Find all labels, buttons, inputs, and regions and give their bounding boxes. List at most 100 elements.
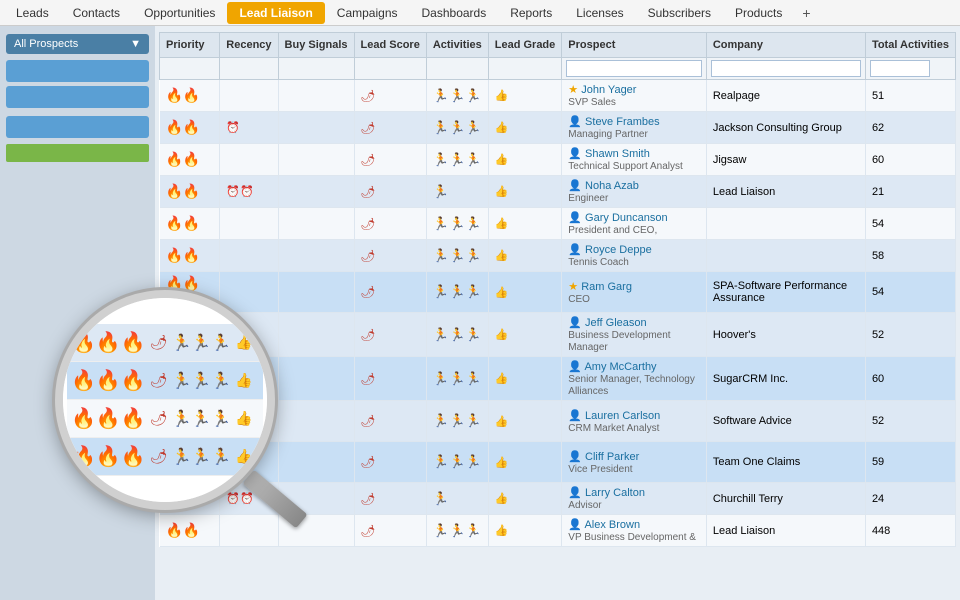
- user-icon: 👤: [568, 361, 582, 373]
- cell-lead-score: 🌶: [354, 401, 426, 442]
- cell-buy-signals: [278, 80, 354, 112]
- filter-prospect[interactable]: [562, 58, 707, 80]
- prospect-title: President and CEO,: [568, 225, 657, 236]
- nav-subscribers[interactable]: Subscribers: [636, 2, 723, 24]
- activity-icon: 🏃🏃🏃: [433, 248, 482, 263]
- cell-recency: ⏰⏰: [220, 483, 278, 515]
- prospect-name-link[interactable]: Royce Deppe: [585, 244, 652, 256]
- table-row: 🔥🔥 ⏰⏰ 🌶 🏃 👍 👤 Larry Calton Advisor Churc…: [160, 483, 956, 515]
- prospect-name-link[interactable]: Shawn Smith: [585, 148, 650, 160]
- sidebar-dropdown[interactable]: All Prospects ▼: [6, 34, 149, 54]
- cell-lead-score: 🌶: [354, 176, 426, 208]
- cell-recency: [220, 357, 278, 401]
- activity-icon: 🏃🏃🏃: [433, 152, 482, 167]
- cell-buy-signals: [278, 442, 354, 483]
- cell-prospect: 👤 Jeff Gleason Business Development Mana…: [562, 313, 707, 357]
- cell-buy-signals: [278, 176, 354, 208]
- nav-campaigns[interactable]: Campaigns: [325, 2, 410, 24]
- prospect-name-link[interactable]: Jeff Gleason: [585, 317, 647, 329]
- cell-priority: 🔥🔥🔥: [160, 442, 220, 483]
- fire-icon: 🔥🔥: [166, 151, 201, 167]
- cell-lead-score: 🌶: [354, 313, 426, 357]
- prospect-name-link[interactable]: Cliff Parker: [585, 451, 639, 463]
- prospect-name-link[interactable]: Ram Garg: [581, 281, 632, 293]
- user-icon: 👤: [568, 180, 582, 192]
- prospect-name-link[interactable]: Larry Calton: [585, 487, 645, 499]
- prospect-name-link[interactable]: Amy McCarthy: [584, 361, 656, 373]
- col-activities: Activities: [426, 33, 488, 58]
- cell-total-activities: 60: [865, 357, 955, 401]
- cell-buy-signals: [278, 208, 354, 240]
- cell-buy-signals: [278, 313, 354, 357]
- cell-total-activities: 21: [865, 176, 955, 208]
- cell-priority: 🔥🔥: [160, 483, 220, 515]
- nav-opportunities[interactable]: Opportunities: [132, 2, 227, 24]
- cell-recency: [220, 208, 278, 240]
- cell-priority: 🔥🔥🔥: [160, 313, 220, 357]
- fire-icon: 🔥🔥: [166, 247, 201, 263]
- cell-company: Software Advice: [706, 401, 865, 442]
- top-navigation: Leads Contacts Opportunities Lead Liaiso…: [0, 0, 960, 26]
- nav-add-button[interactable]: +: [794, 1, 818, 25]
- prospect-title: VP Business Development &: [568, 532, 696, 543]
- star-icon: ★: [568, 281, 578, 293]
- col-total-activities: Total Activities: [865, 33, 955, 58]
- col-buy-signals: Buy Signals: [278, 33, 354, 58]
- filter-lead-score: [354, 58, 426, 80]
- table-row: 🔥🔥 ⏰ 🌶 🏃🏃🏃 👍 👤 Steve Frambes Managing Pa…: [160, 112, 956, 144]
- cell-lead-grade: 👍: [488, 313, 562, 357]
- activity-icon: 🏃🏃🏃: [433, 327, 482, 342]
- cell-priority: 🔥🔥: [160, 515, 220, 547]
- filter-total[interactable]: [865, 58, 955, 80]
- chili-icon: 🌶: [361, 524, 376, 538]
- fire-icon: 🔥🔥: [166, 522, 201, 538]
- fire-icon: 🔥🔥🔥: [166, 404, 201, 437]
- sidebar-btn-3[interactable]: [6, 116, 149, 138]
- cell-activities: 🏃🏃🏃: [426, 515, 488, 547]
- sidebar-btn-1[interactable]: [6, 60, 149, 82]
- total-filter-input[interactable]: [870, 60, 930, 77]
- cell-activities: 🏃🏃🏃: [426, 240, 488, 272]
- nav-leads[interactable]: Leads: [4, 2, 61, 24]
- fire-icon: 🔥🔥🔥: [166, 362, 201, 395]
- cell-total-activities: 52: [865, 313, 955, 357]
- fire-icon: 🔥🔥: [166, 87, 201, 103]
- cell-buy-signals: [278, 144, 354, 176]
- nav-reports[interactable]: Reports: [498, 2, 564, 24]
- activity-icon: 🏃: [433, 184, 449, 199]
- prospect-name-link[interactable]: Steve Frambes: [585, 116, 660, 128]
- cell-total-activities: 59: [865, 442, 955, 483]
- nav-licenses[interactable]: Licenses: [564, 2, 635, 24]
- col-lead-grade: Lead Grade: [488, 33, 562, 58]
- nav-contacts[interactable]: Contacts: [61, 2, 132, 24]
- sidebar-btn-2[interactable]: [6, 86, 149, 108]
- prospect-name-link[interactable]: Noha Azab: [585, 180, 639, 192]
- nav-dashboards[interactable]: Dashboards: [410, 2, 499, 24]
- prospect-name-link[interactable]: Gary Duncanson: [585, 212, 668, 224]
- table-header-row: Priority Recency Buy Signals Lead Score …: [160, 33, 956, 58]
- cell-company: Lead Liaison: [706, 176, 865, 208]
- prospect-name-link[interactable]: John Yager: [581, 84, 636, 96]
- cell-prospect: 👤 Royce Deppe Tennis Coach: [562, 240, 707, 272]
- user-icon: 👤: [568, 116, 582, 128]
- chili-icon: 🌶: [361, 89, 376, 103]
- cell-company: SPA-Software Performance Assurance: [706, 272, 865, 313]
- cell-prospect: ★ Ram Garg CEO: [562, 272, 707, 313]
- filter-company[interactable]: [706, 58, 865, 80]
- nav-products[interactable]: Products: [723, 2, 794, 24]
- prospect-name-link[interactable]: Lauren Carlson: [585, 410, 660, 422]
- cell-company: SugarCRM Inc.: [706, 357, 865, 401]
- user-icon: 👤: [568, 317, 582, 329]
- prospect-filter-input[interactable]: [566, 60, 702, 77]
- cell-buy-signals: [278, 240, 354, 272]
- chili-icon: 🌶: [361, 455, 376, 469]
- activity-icon: 🏃🏃🏃: [433, 413, 482, 428]
- cell-total-activities: 52: [865, 401, 955, 442]
- cell-total-activities: 448: [865, 515, 955, 547]
- filter-recency: [220, 58, 278, 80]
- cell-activities: 🏃🏃🏃: [426, 112, 488, 144]
- prospect-name-link[interactable]: Alex Brown: [584, 519, 640, 531]
- nav-lead-liaison[interactable]: Lead Liaison: [227, 2, 324, 24]
- company-filter-input[interactable]: [711, 60, 861, 77]
- prospect-title: CRM Market Analyst: [568, 423, 659, 434]
